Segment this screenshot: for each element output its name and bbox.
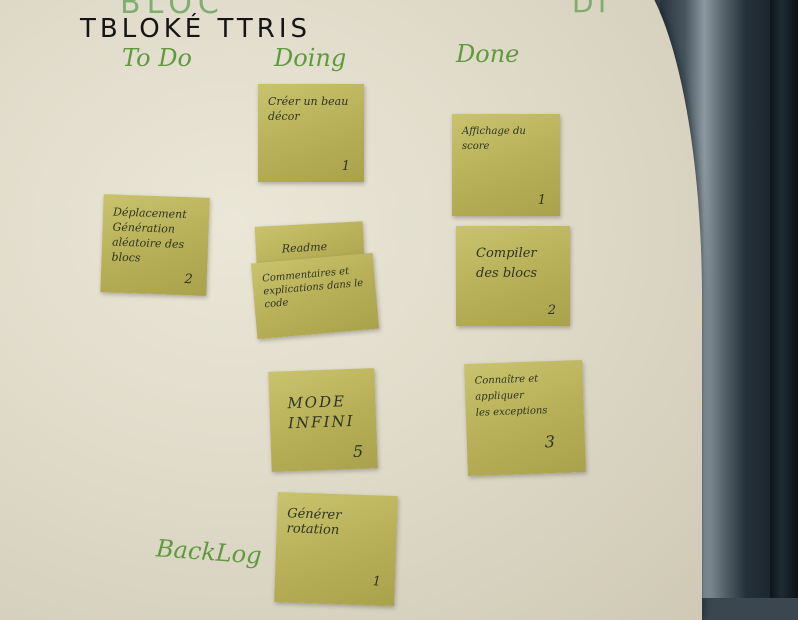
sticky-note-doing-1[interactable]: Créer un beau décor 1	[258, 84, 364, 182]
sticky-note-points: 3	[544, 431, 556, 452]
sticky-note-points: 2	[547, 303, 556, 318]
sticky-note-text: Générer rotation	[286, 506, 342, 539]
sticky-note-done-2[interactable]: Compiler des blocs 2	[456, 226, 570, 326]
column-label-doing: Doing	[274, 44, 347, 72]
sticky-note-done-1[interactable]: Affichage du score 1	[452, 114, 560, 216]
sticky-note-doing-3[interactable]: Commentaires et explications dans le cod…	[250, 252, 380, 340]
sticky-note-points: 1	[372, 574, 382, 590]
sticky-note-text: Créer un beau décor	[268, 95, 349, 123]
sticky-note-points: 1	[537, 193, 546, 208]
sticky-note-doing-4[interactable]: MODE INFINI 5	[268, 368, 378, 472]
sticky-note-points: 1	[341, 159, 350, 174]
sticky-note-points: 5	[352, 441, 364, 461]
sticky-note-text: Connaître et appliquer les exceptions	[474, 373, 548, 419]
board-header-faint-right: DT	[572, 0, 611, 19]
sticky-note-doing-5[interactable]: Générer rotation 1	[274, 491, 398, 607]
sticky-note-text: Affichage du score	[462, 126, 526, 152]
window-mullion	[770, 0, 798, 598]
sticky-note-text: MODE INFINI	[287, 392, 355, 433]
sticky-note-text: Commentaires et explications dans le cod…	[261, 265, 364, 311]
sticky-note-text: Readme	[281, 240, 328, 256]
sticky-note-text: Compiler des blocs	[476, 246, 538, 281]
sticky-note-done-3[interactable]: Connaître et appliquer les exceptions 3	[464, 359, 586, 477]
sticky-note-text: Déplacement Génération aléatoire des blo…	[111, 205, 187, 265]
sticky-note-todo-1[interactable]: Déplacement Génération aléatoire des blo…	[100, 194, 210, 296]
column-label-done: Done	[456, 40, 520, 68]
board-title: TBLOKÉ TTRIS	[80, 14, 312, 44]
column-label-todo: To Do	[122, 44, 192, 72]
sticky-note-points: 2	[184, 272, 194, 288]
